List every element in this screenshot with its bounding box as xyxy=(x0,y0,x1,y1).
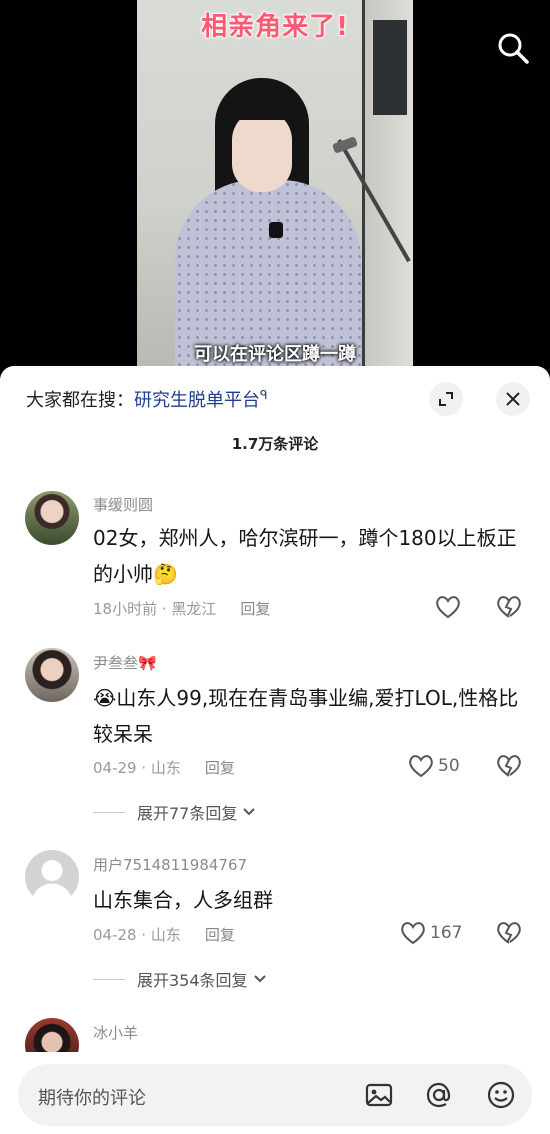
avatar[interactable] xyxy=(25,850,79,904)
broken-heart-icon xyxy=(497,755,521,777)
mention-icon[interactable] xyxy=(422,1078,456,1112)
heart-icon xyxy=(409,755,433,778)
comment-meta: 04-29 · 山东 回复 xyxy=(93,757,235,778)
trending-search-prefix: 大家都在搜： xyxy=(26,390,134,411)
comment-meta: 04-28 · 山东 回复 xyxy=(93,924,235,945)
sheet-header: 大家都在搜：研究生脱单平台ᑫ xyxy=(0,366,550,426)
comment-username[interactable]: 冰小羊 xyxy=(93,1022,138,1043)
shelf-image xyxy=(362,0,413,372)
like-count: 50 xyxy=(438,756,460,776)
reply-button[interactable]: 回复 xyxy=(240,600,270,618)
video-player[interactable]: 相亲角来了! 可以在评论区蹲一蹲 xyxy=(0,0,550,372)
expand-replies-label: 展开77条回复 xyxy=(137,804,238,823)
like-button[interactable] xyxy=(435,595,465,619)
like-button[interactable]: 167 xyxy=(400,921,462,945)
chevron-down-icon xyxy=(253,975,266,983)
broken-heart-icon xyxy=(497,922,521,944)
comments-sheet: 大家都在搜：研究生脱单平台ᑫ 1.7万条评论 事缓则圆 02女，郑州人，哈尔滨研… xyxy=(0,366,550,1134)
expand-replies-label: 展开354条回复 xyxy=(137,971,248,990)
video-subtitle: 可以在评论区蹲一蹲 xyxy=(194,344,356,365)
comment-username[interactable]: 用户7514811984767 xyxy=(93,854,247,875)
expand-button[interactable] xyxy=(429,382,463,416)
close-icon xyxy=(506,392,520,406)
image-icon[interactable] xyxy=(362,1078,396,1112)
trending-search-term[interactable]: 研究生脱单平台 xyxy=(134,390,260,411)
dislike-button[interactable] xyxy=(496,754,522,782)
search-small-icon: ᑫ xyxy=(260,388,268,402)
expand-replies[interactable]: 展开77条回复 xyxy=(93,800,257,824)
comment-time: 04-28 · 山东 xyxy=(93,926,181,944)
emoji-icon[interactable] xyxy=(484,1078,518,1112)
expand-icon xyxy=(439,392,453,406)
heart-icon xyxy=(401,922,425,945)
video-frame xyxy=(137,0,413,372)
broken-heart-icon xyxy=(497,596,521,618)
comment-text: 😭山东人99,现在在青岛事业编,爱打LOL,性格比较呆呆 xyxy=(93,686,519,746)
like-count: 167 xyxy=(430,923,463,943)
like-button[interactable]: 50 xyxy=(408,754,460,778)
comment-text: 02女，郑州人，哈尔滨研一，蹲个180以上板正的小帅🤔 xyxy=(93,526,517,586)
comment-username[interactable]: 事缓则圆 xyxy=(93,494,153,515)
avatar[interactable] xyxy=(25,648,79,702)
comment-username[interactable]: 尹叁叁🎀 xyxy=(93,652,157,673)
dislike-button[interactable] xyxy=(496,921,522,949)
close-button[interactable] xyxy=(496,382,530,416)
avatar[interactable] xyxy=(25,491,79,545)
comment-input-placeholder[interactable]: 期待你的评论 xyxy=(38,1084,146,1110)
comment-meta: 18小时前 · 黑龙江 回复 xyxy=(93,598,270,619)
reply-button[interactable]: 回复 xyxy=(205,759,235,777)
comment-text: 山东集合，人多组群 xyxy=(93,888,273,912)
trending-search[interactable]: 大家都在搜：研究生脱单平台ᑫ xyxy=(26,386,268,412)
dislike-button[interactable] xyxy=(496,595,522,623)
comment-count: 1.7万条评论 xyxy=(231,435,319,453)
search-icon[interactable] xyxy=(495,30,531,66)
comment-input-bar: 期待你的评论 xyxy=(0,1052,550,1134)
comment-input[interactable]: 期待你的评论 xyxy=(18,1064,532,1126)
chevron-down-icon xyxy=(243,808,256,816)
expand-replies[interactable]: 展开354条回复 xyxy=(93,967,268,991)
comment-time: 18小时前 · 黑龙江 xyxy=(93,600,217,618)
heart-icon xyxy=(436,596,460,619)
comment-time: 04-29 · 山东 xyxy=(93,759,181,777)
reply-button[interactable]: 回复 xyxy=(205,926,235,944)
video-title: 相亲角来了! xyxy=(200,11,349,43)
